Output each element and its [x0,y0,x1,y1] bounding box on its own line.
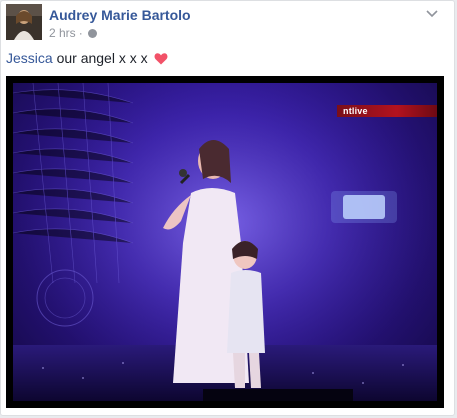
author-name[interactable]: Audrey Marie Bartolo [49,7,191,23]
globe-icon[interactable] [87,28,97,38]
broadcast-badge: ntlive [337,105,437,117]
heart-icon [154,52,168,68]
post-header: Audrey Marie Bartolo 2 hrs · [6,4,446,42]
post-timestamp[interactable]: 2 hrs [49,26,76,40]
caption-text: our angel x x x [52,50,148,66]
tagged-person-link[interactable]: Jessica [6,50,53,66]
meta-separator: · [78,26,83,40]
post-photo[interactable]: ntlive [6,76,444,408]
stage-photo: ntlive [13,83,437,401]
chevron-down-icon[interactable] [424,6,440,22]
avatar[interactable] [6,4,42,40]
feed-post: Audrey Marie Bartolo 2 hrs · Jessica our… [0,0,455,416]
post-caption: Jessica our angel x x x [6,50,168,68]
post-meta: 2 hrs · [49,26,97,40]
